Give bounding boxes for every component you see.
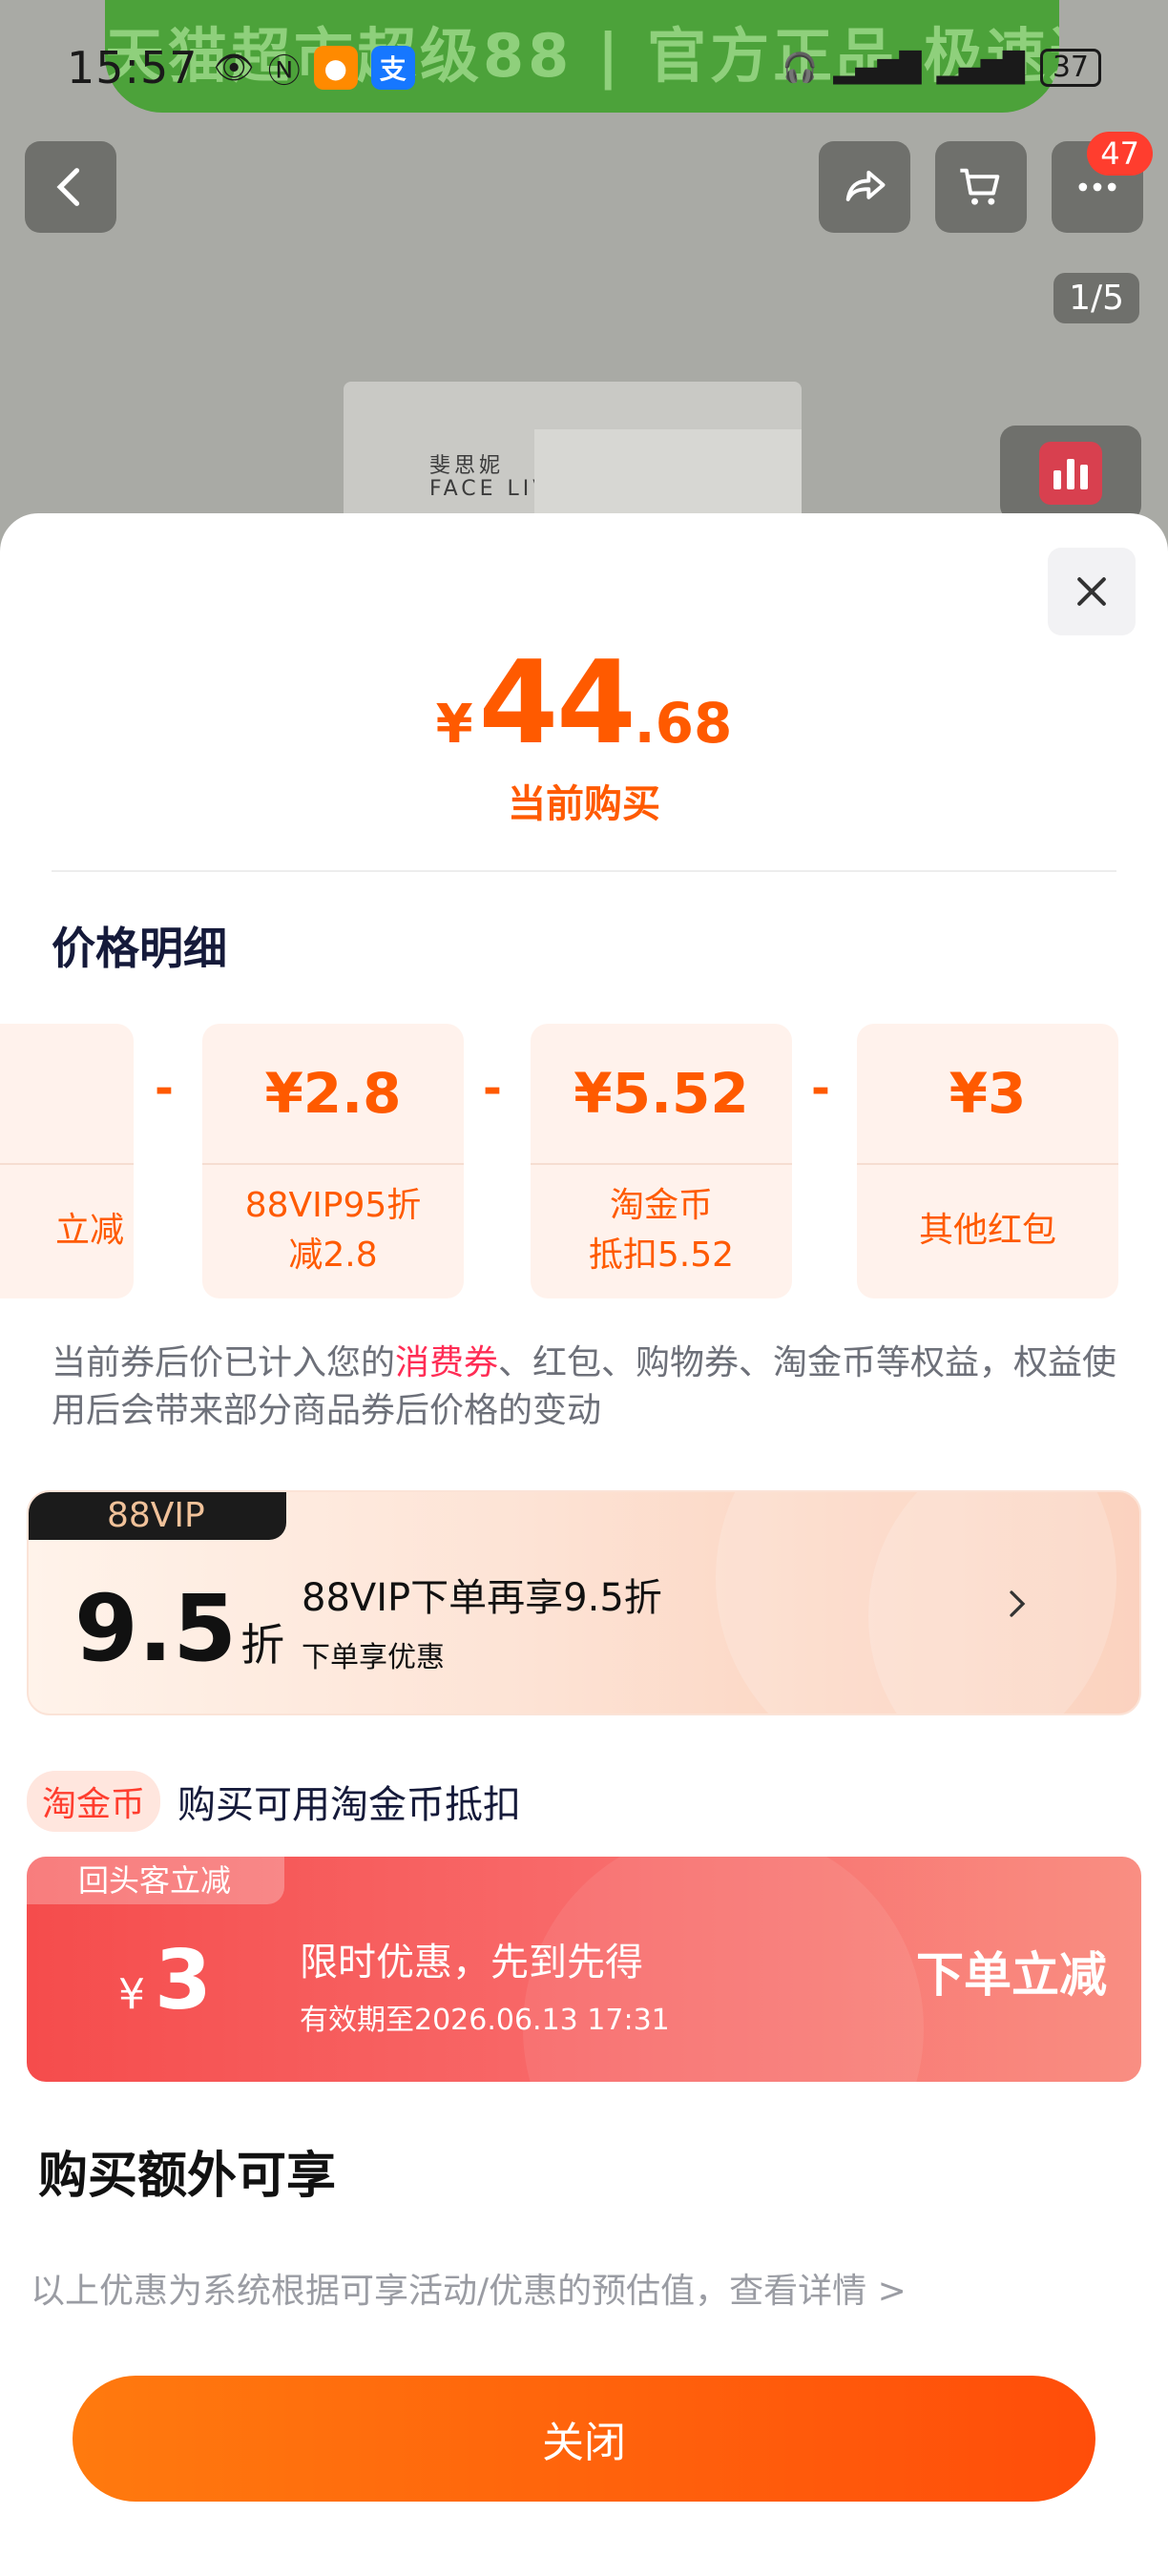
order-discount-button[interactable]: 下单立减 xyxy=(916,1937,1107,2005)
product-brand: 斐思妮 xyxy=(429,454,505,478)
note-text: 当前券后价已计入您的 xyxy=(52,1343,396,1382)
battery-indicator: 37 xyxy=(1039,49,1101,87)
image-page-indicator: 1/5 xyxy=(1053,273,1139,323)
minus-sign: - xyxy=(483,1062,502,1115)
breakdown-amount-text: ¥2.8 xyxy=(264,1061,402,1126)
alipay-icon: 支 xyxy=(370,46,415,90)
status-time: 15:57 xyxy=(67,42,198,93)
returning-amount: ¥3 xyxy=(118,1933,212,2028)
price-breakdown-row[interactable]: 立减 - ¥2.8 88VIP95折 减2.8 - ¥5.52 淘金币 抵扣5.… xyxy=(0,1024,1168,1300)
cart-button[interactable] xyxy=(935,141,1027,233)
cart-icon xyxy=(960,168,1000,205)
price-trend-button[interactable] xyxy=(1000,426,1141,521)
minus-sign: - xyxy=(811,1062,830,1115)
price-detail-sheet: ¥ 44 .68 当前购买 价格明细 立减 - ¥2.8 88VIP95折 减2… xyxy=(0,513,1168,2576)
breakdown-amount: ¥3 xyxy=(857,1024,1118,1165)
status-icons: 👁 Ⓝ ● 支 xyxy=(214,45,415,92)
breakdown-card: ¥3 其他红包 xyxy=(857,1024,1118,1298)
breakdown-amount-text: ¥3 xyxy=(949,1061,1027,1126)
price-value: ¥ 44 .68 xyxy=(436,637,733,770)
chevron-right-icon xyxy=(1010,1590,1026,1617)
coin-text: 购买可用淘金币抵扣 xyxy=(177,1783,522,1827)
cart-count-badge: 47 xyxy=(1087,132,1153,176)
bar-chart-icon xyxy=(1039,442,1102,505)
price-currency: ¥ xyxy=(435,694,473,756)
breakdown-desc: 立减 xyxy=(54,1211,124,1250)
signal-icon-2: ▂▄▆█ xyxy=(936,51,1025,85)
minus-sign: - xyxy=(155,1062,174,1115)
coin-tag: 淘金币 xyxy=(27,1771,161,1832)
vip-discount-card[interactable]: 88VIP 9.5折 88VIP下单再享9.5折 下单享优惠 xyxy=(27,1490,1141,1715)
app-notification-icon: ● xyxy=(313,46,358,90)
share-button[interactable] xyxy=(819,141,910,233)
extra-benefits-title: 购买额外可享 xyxy=(38,2148,337,2205)
returning-title: 限时优惠，先到先得 xyxy=(300,1941,643,1984)
close-icon xyxy=(1077,577,1106,606)
close-sheet-button[interactable] xyxy=(1048,548,1136,635)
price-note: 当前券后价已计入您的消费券、红包、购物券、淘金币等权益，权益使用后会带来部分商品… xyxy=(52,1340,1120,1435)
breakdown-amount xyxy=(0,1024,134,1165)
breakdown-desc: 其他红包 xyxy=(918,1211,1056,1250)
back-button[interactable] xyxy=(25,141,116,233)
product-page-background: 天猫超市超级88 | 官方正品 极速送达 15:57 👁 Ⓝ ● 支 🎧 ▂▄▆… xyxy=(0,0,1168,592)
breakdown-amount-text: ¥5.52 xyxy=(574,1061,749,1126)
breakdown-card: ¥2.8 88VIP95折 减2.8 xyxy=(202,1024,464,1298)
vip-tag: 88VIP xyxy=(29,1492,286,1540)
returning-amount-value: 3 xyxy=(155,1933,212,2028)
more-button[interactable]: 47 xyxy=(1052,132,1153,233)
divider xyxy=(52,870,1116,872)
headphone-icon: 🎧 xyxy=(782,51,819,85)
status-right: 🎧 ▂▄▆█ ▂▄▆█ 37 xyxy=(782,49,1101,87)
returning-validity: 有效期至2026.06.13 17:31 xyxy=(300,2004,670,2037)
eye-icon: 👁 xyxy=(213,49,255,87)
vip-subtitle: 下单享优惠 xyxy=(302,1641,445,1674)
breakdown-card: 立减 xyxy=(0,1024,134,1298)
price-detail-title: 价格明细 xyxy=(52,923,227,974)
price-integer: 44 xyxy=(478,637,636,770)
consumer-voucher-link[interactable]: 消费券 xyxy=(395,1343,498,1382)
status-bar: 15:57 👁 Ⓝ ● 支 🎧 ▂▄▆█ ▂▄▆█ 37 xyxy=(0,38,1168,97)
breakdown-desc: 88VIP95折 减2.8 xyxy=(244,1186,422,1275)
returning-tag: 回头客立减 xyxy=(27,1857,284,1904)
breakdown-amount: ¥5.52 xyxy=(531,1024,792,1165)
breakdown-card: ¥5.52 淘金币 抵扣5.52 xyxy=(531,1024,792,1298)
estimate-footnote-link[interactable]: 以上优惠为系统根据可享活动/优惠的预估值，查看详情 > xyxy=(31,2263,907,2313)
share-icon xyxy=(845,170,886,201)
returning-customer-card[interactable]: 回头客立减 ¥3 限时优惠，先到先得 有效期至2026.06.13 17:31 … xyxy=(27,1857,1141,2082)
coin-row: 淘金币 购买可用淘金币抵扣 xyxy=(27,1771,521,1832)
vip-title: 88VIP下单再享9.5折 xyxy=(302,1576,662,1620)
price-decimal: .68 xyxy=(634,691,733,756)
chevron-left-icon xyxy=(56,168,80,206)
close-button[interactable]: 关闭 xyxy=(73,2376,1095,2502)
vip-discount-value: 9.5 xyxy=(74,1575,238,1682)
returning-currency: ¥ xyxy=(118,1970,145,2019)
price-label: 当前购买 xyxy=(508,782,660,826)
vip-discount: 9.5折 xyxy=(74,1576,284,1697)
nfc-icon: Ⓝ xyxy=(267,52,301,91)
breakdown-amount: ¥2.8 xyxy=(202,1024,464,1165)
vip-discount-unit: 折 xyxy=(240,1619,285,1671)
signal-icon: ▂▄▆█ xyxy=(833,51,922,85)
current-price: ¥ 44 .68 xyxy=(0,637,1168,770)
breakdown-desc: 淘金币 抵扣5.52 xyxy=(588,1186,735,1275)
